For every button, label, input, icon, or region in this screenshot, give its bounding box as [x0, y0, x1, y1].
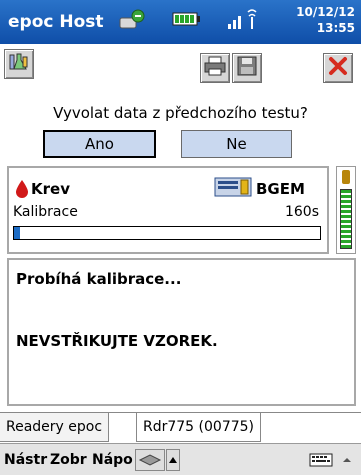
tab-readery-epoc[interactable]: Readery epoc: [0, 413, 110, 442]
menu-help[interactable]: Nápo: [92, 452, 133, 468]
battery-icon[interactable]: [172, 8, 202, 34]
progress-fill: [14, 227, 21, 239]
no-button[interactable]: Ne: [181, 130, 292, 158]
menu-view[interactable]: Zobr: [50, 452, 87, 468]
phase-label: Kalibrace: [13, 204, 78, 220]
reader-battery-indicator: [336, 166, 356, 254]
clock[interactable]: 10/12/12 13:55: [296, 4, 355, 36]
elapsed-time: 160s: [284, 204, 319, 220]
message-area: Probíhá kalibrace... NEVSTŘIKUJTE VZOREK…: [7, 258, 356, 406]
menu-tools[interactable]: Nástr: [4, 452, 47, 468]
tab-rdr775[interactable]: Rdr775 (00775): [136, 413, 262, 442]
title-bar: epoc Host 10/12/12 13:55: [0, 0, 361, 44]
signal-icon[interactable]: [226, 8, 260, 36]
test-card-icon: [214, 174, 252, 204]
recall-question: Vyvolat data z předchozího testu?: [53, 104, 308, 122]
yes-button[interactable]: Ano: [43, 130, 156, 158]
blood-drop-icon: [15, 179, 29, 203]
print-icon: [203, 55, 227, 81]
toolbar: [0, 44, 361, 86]
calibration-progress-bar: [13, 226, 321, 240]
save-icon: [236, 55, 258, 81]
calibration-message: Probíhá kalibrace...: [16, 270, 182, 288]
date-text: 10/12/12: [296, 5, 355, 19]
reader-tabs: Readery epoc Rdr775 (00775): [0, 412, 361, 442]
save-button[interactable]: [232, 53, 262, 83]
keyboard-icon[interactable]: [304, 449, 338, 471]
close-button[interactable]: [323, 53, 353, 83]
test-status-panel: Krev BGEM Kalibrace 160s: [7, 166, 329, 254]
up-arrow-icon[interactable]: [166, 449, 180, 471]
time-text: 13:55: [316, 21, 355, 35]
lab-flask-icon: [8, 51, 30, 77]
close-icon: [327, 55, 349, 81]
warning-message: NEVSTŘIKUJTE VZOREK.: [16, 332, 218, 350]
sample-type: Krev: [31, 180, 70, 198]
battery-level-icon: [340, 189, 352, 249]
keyboard-menu-arrow-icon[interactable]: [340, 449, 354, 471]
app-title: epoc Host: [8, 12, 104, 32]
battery-cap: [342, 170, 350, 184]
lab-flask-button[interactable]: [4, 49, 34, 79]
sync-icon[interactable]: [118, 8, 146, 38]
print-button[interactable]: [200, 53, 230, 83]
menu-bar: Nástr Zobr Nápo: [0, 443, 361, 475]
card-type: BGEM: [256, 180, 305, 198]
reader-card-icon[interactable]: [135, 449, 165, 471]
